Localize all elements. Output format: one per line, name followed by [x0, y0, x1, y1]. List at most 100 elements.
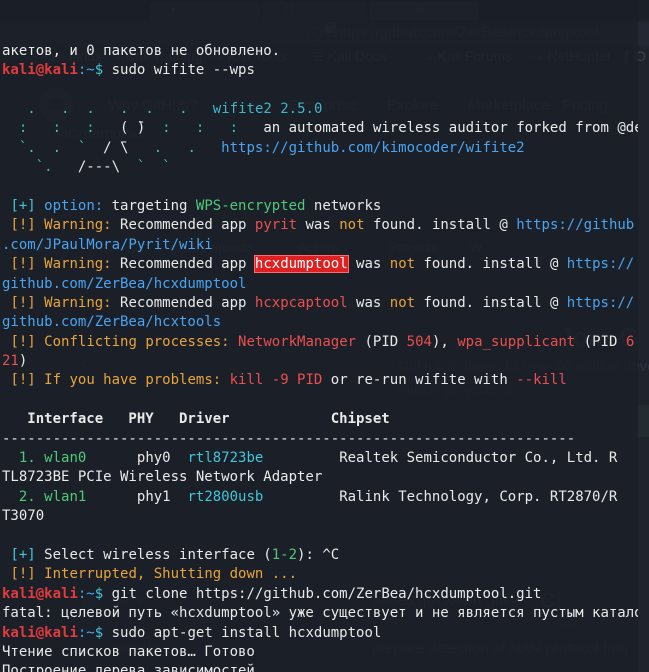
text-span-11: wifite2 2.5.0	[187, 100, 323, 117]
text-span-3: phy0	[136, 450, 171, 467]
text-span-2	[36, 334, 44, 350]
text-span-5: pyrit	[254, 217, 298, 234]
text-span-9: https://	[566, 256, 635, 273]
text-span-1: [!]	[10, 333, 36, 350]
text-span-4: Recommended app	[111, 217, 255, 234]
text-span-2: Select wireless interface (	[35, 546, 272, 563]
text-span-8: .	[145, 100, 154, 117]
text-span-3: If you have problems:	[44, 372, 222, 389]
text-span-2	[86, 489, 137, 505]
text-span-7: Realtek Semiconductor Co., Ltd. R	[339, 450, 618, 467]
text-span-1: [!]	[10, 294, 36, 311]
text-span-7: --kill	[516, 372, 567, 389]
terminal-output: акетов, и 0 пакетов не обновлено. kali@ka…	[0, 39, 638, 672]
text-span-1	[36, 101, 61, 117]
line-cmd-wifite: kali@kali:~$ sudo wifite --wps	[2, 61, 638, 80]
text-span-4: ): ^C	[297, 546, 340, 563]
line-iface-2-wrap: T3070	[2, 507, 638, 526]
line-table-rule: ----------------------------------------…	[2, 430, 638, 449]
text-span-5: rt2800usb	[187, 488, 264, 505]
text-span-6	[263, 450, 339, 466]
text-span-7: not	[389, 294, 416, 311]
text-span-2	[36, 217, 44, 233]
text-span-6: (PID	[356, 333, 407, 350]
text-span-3: an automated wireless auditor forked fro…	[263, 120, 638, 137]
text-span-1: [+]	[10, 197, 36, 214]
text-span-4	[171, 450, 188, 466]
text-span-4: Recommended app	[111, 256, 255, 273]
text-span-1: wlan1	[44, 488, 87, 505]
text-span-9	[154, 101, 179, 117]
prompt-host: kali	[44, 62, 78, 79]
text-span-2: ` `	[120, 159, 171, 176]
prompt-at: @	[35, 62, 45, 79]
line-banner-3: `. . ` / ̄\ . . https://github.com/kimoc…	[2, 139, 638, 158]
text-span-4: .	[86, 100, 95, 117]
text-span-1: / ̄\	[103, 139, 129, 156]
text-span-5: WPS-encrypted	[195, 197, 306, 214]
line-conflict-wrap: 21)	[2, 352, 638, 371]
selected-text: hcxdumptool	[253, 255, 349, 274]
line-warn-pyrit: [!] Warning: Recommended app pyrit was n…	[2, 216, 638, 235]
line-warn-pyrit-wrap: .com/JPaulMora/Pyrit/wiki	[2, 236, 638, 255]
line-banner-4: `. /---\ ` `	[2, 158, 638, 177]
prompt-user: kali	[2, 585, 36, 602]
text-span-7	[128, 101, 145, 117]
text-span-5: kill -9 PID	[229, 372, 323, 389]
line-apt-2: Построение дерева зависимостей	[2, 662, 638, 672]
text-span-8: found. install @	[415, 294, 567, 311]
text-span-0: sudo apt-get install hcxdumptool	[103, 624, 382, 641]
text-span-1: [+]	[10, 546, 36, 563]
text-span-4	[171, 489, 188, 505]
prompt-at: @	[35, 585, 45, 602]
text-span-1: wlan0	[44, 450, 87, 467]
text-span-9: wpa_supplicant	[457, 333, 576, 350]
text-span-4: Recommended app	[111, 294, 255, 311]
text-span-5	[95, 101, 120, 117]
text-span-1: )	[18, 353, 28, 370]
text-span-5: NetworkManager	[238, 333, 357, 350]
line-conflict: [!] Conflicting processes: NetworkManage…	[2, 333, 638, 352]
text-span-8: found. install @	[415, 256, 567, 273]
text-span-11: 6	[625, 333, 635, 350]
text-span-5: rtl8723be	[187, 450, 264, 467]
text-span-0: .	[2, 100, 36, 117]
text-span-4	[221, 372, 229, 388]
terminal-window[interactable]: акетов, и 0 пакетов не обновлено. kali@ka…	[0, 0, 638, 672]
text-span-7: Ralink Technology, Corp. RT2870/R	[339, 488, 618, 505]
text-span-4: targeting	[103, 197, 196, 214]
text-span-2: . .	[128, 139, 222, 156]
line-warn-hcxpcaptool: [!] Warning: Recommended app hcxpcaptool…	[2, 294, 638, 313]
text-span-10: .	[179, 100, 188, 117]
text-span-9: https://	[566, 294, 635, 311]
text-span-4	[230, 334, 238, 350]
line-cmd-gitclone: kali@kali:~$ git clone https://github.co…	[2, 585, 638, 604]
prompt-at: @	[35, 624, 45, 641]
text-span-2	[86, 450, 137, 466]
text-span-3: phy1	[136, 488, 171, 505]
text-span-8: ),	[431, 333, 458, 350]
line-blank-3	[2, 391, 638, 410]
text-span-0: `.	[2, 159, 70, 176]
text-span-6: or re-run wifite with	[322, 372, 517, 389]
text-span-3: https://github.com/kimocoder/wifite2	[221, 139, 525, 156]
text-span-8: found. install @	[364, 217, 517, 234]
text-span-0: github.com/ZerBea/hcxtools	[2, 314, 222, 331]
prompt-sigil: $	[94, 624, 104, 641]
text-span-3: Warning:	[44, 217, 112, 234]
line-blank-4	[2, 527, 638, 546]
text-span-0: акетов, и 0 пакетов не обновлено.	[2, 42, 281, 59]
screen-root: ● ( ) </> https://github.com/ZerBea/hcxd…	[0, 0, 649, 672]
line-apt-tail: акетов, и 0 пакетов не обновлено.	[2, 42, 638, 61]
prompt-host: kali	[44, 585, 78, 602]
text-span-6: was	[347, 256, 390, 273]
line-blank-2	[2, 178, 638, 197]
line-option-wps: [+] option: targeting WPS-encrypted netw…	[2, 197, 638, 216]
text-span-1: [!]	[10, 217, 36, 234]
prompt-user: kali	[2, 624, 36, 641]
text-span-2: : : :	[145, 120, 264, 137]
text-span-6	[263, 489, 339, 505]
text-span-1: /---\	[69, 159, 121, 176]
text-span-0: Чтение списков пакетов… Готово	[2, 643, 255, 660]
text-span-2	[36, 566, 44, 582]
